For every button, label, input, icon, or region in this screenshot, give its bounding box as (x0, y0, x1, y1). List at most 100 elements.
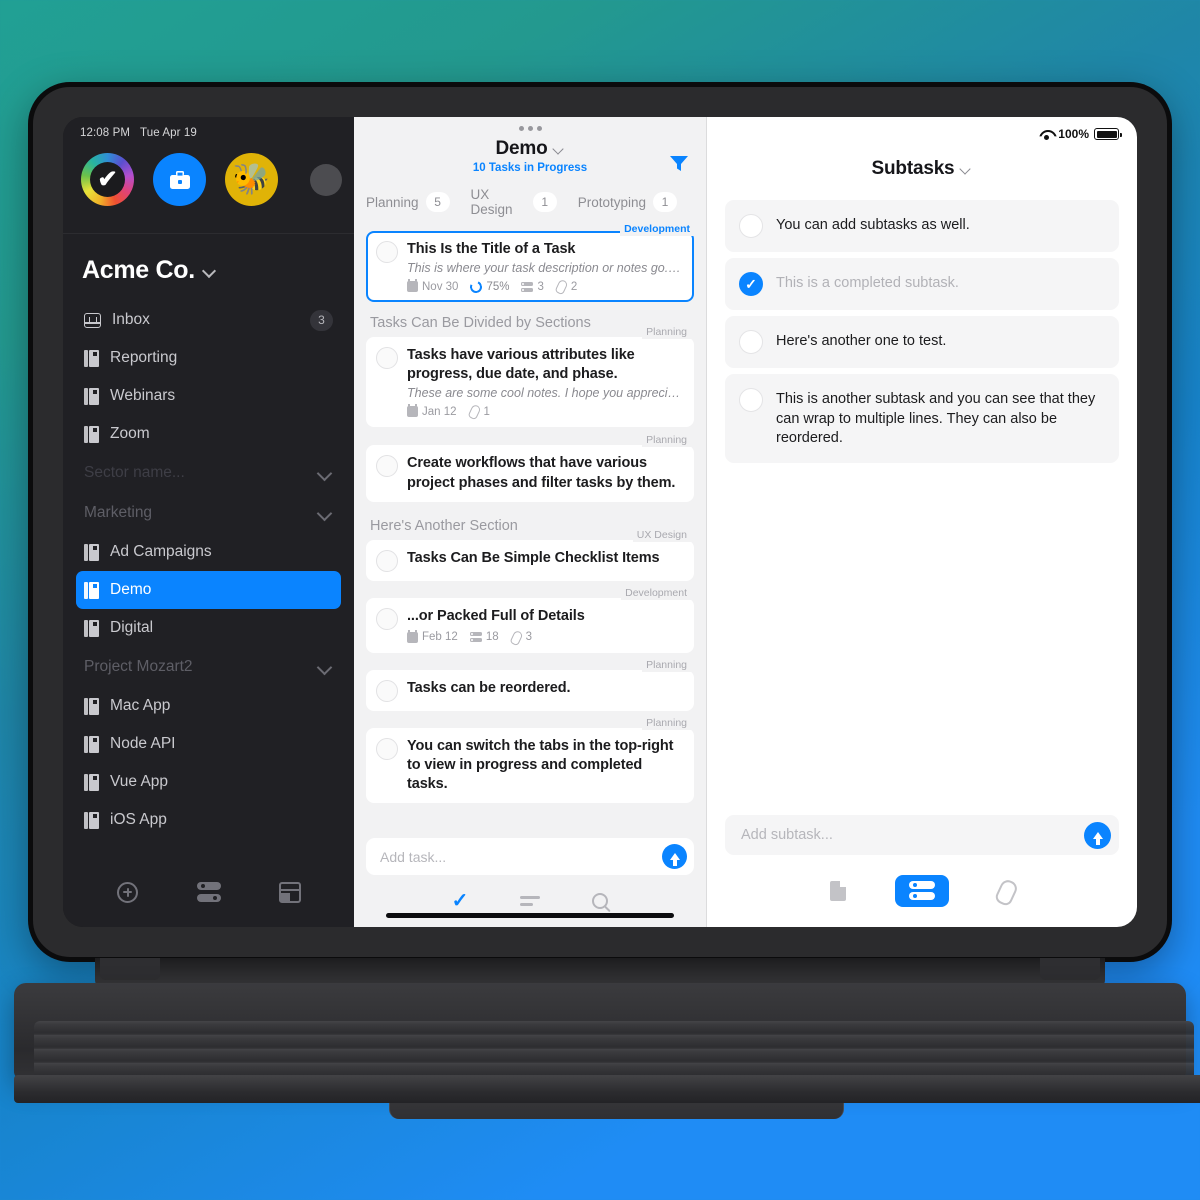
tab-ux-design[interactable]: UX Design 1 (471, 187, 568, 217)
task-title: ...or Packed Full of Details (407, 607, 585, 624)
sidebar-item-webinars[interactable]: Webinars (76, 377, 341, 415)
workspace-switcher[interactable]: Acme Co. (63, 234, 354, 301)
calendar-icon (407, 279, 418, 293)
subtask-row[interactable]: Here's another one to test. (725, 316, 1119, 368)
tab-subtasks[interactable] (895, 875, 949, 907)
avatar-more[interactable] (310, 163, 342, 196)
subtasks-panel: 100% Subtasks You can add subtasks as we… (707, 117, 1137, 927)
phase-tabs: Planning 5 UX Design 1 Prototyping 1 (354, 174, 706, 217)
task-card[interactable]: Development ...or Packed Full of Details… (366, 586, 694, 653)
subtask-checkbox[interactable] (739, 388, 763, 412)
chevron-down-icon (553, 143, 565, 155)
task-list-header: Demo 10 Tasks in Progress (354, 131, 706, 174)
phase-badge: Planning (642, 658, 691, 672)
sidebar-item-ios-app[interactable]: iOS App (76, 801, 341, 839)
sidebar-item-zoom[interactable]: Zoom (76, 415, 341, 453)
task-checkbox[interactable] (376, 241, 398, 263)
base-lip (14, 1075, 1200, 1103)
more-dots-icon[interactable] (354, 117, 706, 131)
sidebar-group-marketing[interactable]: Marketing (76, 493, 341, 533)
task-card[interactable]: Planning Tasks can be reordered. (366, 658, 694, 711)
subtask-count-text: 18 (485, 631, 499, 644)
sidebar-group-project-mozart2[interactable]: Project Mozart2 (76, 647, 341, 687)
filters-button[interactable] (196, 879, 222, 905)
chevron-down-icon (318, 660, 333, 675)
send-task-button[interactable] (662, 844, 687, 869)
sidebar-item-label: Digital (110, 619, 154, 636)
task-notes: These are some cool notes. I hope you ap… (407, 386, 684, 401)
page-icon (830, 881, 846, 901)
task-card[interactable]: Planning Create workflows that have vari… (366, 434, 694, 502)
subtask-row[interactable]: This is another subtask and you can see … (725, 374, 1119, 464)
tab-count: 1 (653, 192, 677, 212)
sidebar-item-inbox[interactable]: Inbox 3 (76, 301, 341, 339)
briefcase-icon (169, 170, 190, 189)
task-card[interactable]: UX Design Tasks Can Be Simple Checklist … (366, 528, 694, 581)
avatar-bee[interactable]: 🐝 (225, 153, 278, 206)
progress-text: 75% (486, 280, 510, 293)
task-card[interactable]: Planning You can switch the tabs in the … (366, 716, 694, 804)
sidebar-item-reporting[interactable]: Reporting (76, 339, 341, 377)
phase-badge: Planning (642, 716, 691, 730)
subtasks-switcher[interactable]: Subtasks (872, 158, 973, 180)
tab-notes[interactable] (811, 875, 865, 907)
subtask-row[interactable]: ✓ This is a completed subtask. (725, 258, 1119, 310)
add-subtask-input[interactable] (741, 827, 1084, 843)
subtask-checkbox[interactable] (739, 330, 763, 354)
tab-planning[interactable]: Planning 5 (366, 192, 461, 212)
sidebar-item-demo[interactable]: Demo (76, 571, 341, 609)
task-card[interactable]: Planning Tasks have various attributes l… (366, 326, 694, 428)
layout-button[interactable] (277, 879, 303, 905)
avatar-rainbow-check[interactable]: ✔ (81, 153, 134, 206)
project-switcher[interactable]: Demo (496, 138, 565, 160)
sidebar-item-mac-app[interactable]: Mac App (76, 687, 341, 725)
task-due-date: Nov 30 (407, 279, 459, 293)
task-checkbox[interactable] (376, 679, 398, 702)
task-attachment-count: 3 (511, 631, 532, 644)
sliders-icon (196, 882, 221, 902)
subtask-row[interactable]: You can add subtasks as well. (725, 200, 1119, 252)
task-card-selected[interactable]: Development This Is the Title of a Task … (366, 223, 694, 303)
tab-attachments[interactable] (979, 875, 1033, 907)
task-attachment-count: 1 (469, 405, 490, 418)
sidebar-item-ad-campaigns[interactable]: Ad Campaigns (76, 533, 341, 571)
task-checkbox[interactable] (376, 549, 398, 572)
sidebar-item-vue-app[interactable]: Vue App (76, 763, 341, 801)
sidebar-item-label: Node API (110, 735, 176, 752)
hinge-foot-left (100, 958, 160, 980)
sidebar-item-node-api[interactable]: Node API (76, 725, 341, 763)
task-checkbox[interactable] (376, 347, 398, 370)
add-subtask-bar[interactable] (725, 815, 1119, 855)
add-button[interactable] (115, 879, 141, 905)
due-date-text: Nov 30 (422, 280, 459, 293)
task-checkbox[interactable] (376, 455, 398, 478)
tab-count: 5 (425, 192, 450, 212)
send-subtask-button[interactable] (1084, 821, 1111, 849)
tab-label: UX Design (470, 187, 513, 217)
phase-badge: Planning (642, 326, 691, 340)
task-checkbox[interactable] (376, 607, 398, 630)
avatar-briefcase[interactable] (153, 153, 206, 206)
subtask-checkbox-checked[interactable]: ✓ (739, 272, 763, 296)
filter-icon[interactable] (669, 155, 689, 173)
tab-list[interactable] (520, 895, 541, 908)
sidebar-group-label: Marketing (84, 504, 153, 521)
status-bar-right: 100% (707, 117, 1137, 141)
subtask-text: This is a completed subtask. (776, 275, 959, 291)
check-icon: ✔ (97, 165, 118, 193)
subtask-checkbox[interactable] (739, 214, 763, 238)
sidebar-item-digital[interactable]: Digital (76, 609, 341, 647)
tab-tasks[interactable]: ✓ (452, 891, 469, 911)
tab-search[interactable] (592, 893, 609, 909)
add-task-input[interactable] (380, 848, 662, 865)
lines-icon (520, 895, 541, 908)
sidebar-group-sector[interactable]: Sector name... (76, 453, 341, 493)
battery-icon (1094, 128, 1122, 140)
inbox-icon (84, 312, 101, 328)
tab-prototyping[interactable]: Prototyping 1 (578, 192, 688, 212)
phase-badge: UX Design (632, 528, 691, 542)
progress-ring-icon (468, 278, 485, 295)
chevron-down-icon (318, 506, 333, 521)
task-checkbox[interactable] (376, 737, 398, 760)
add-task-bar[interactable] (366, 838, 694, 875)
